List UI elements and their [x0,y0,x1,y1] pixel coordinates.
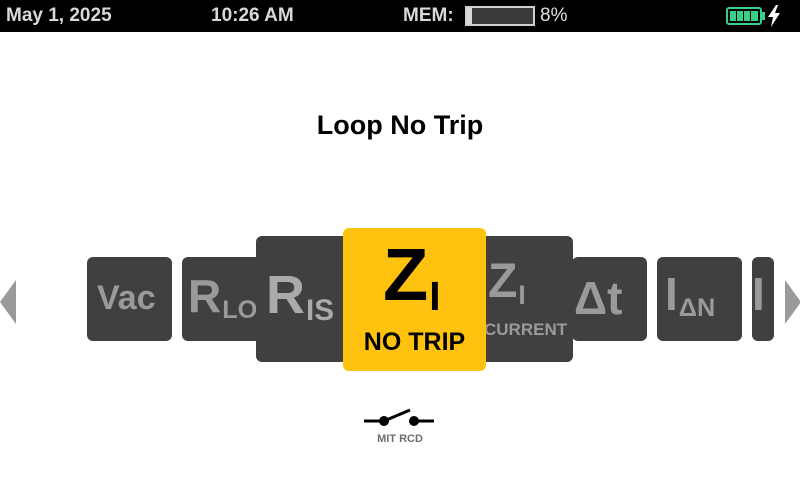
memory-label: MEM: [403,5,454,26]
mode-tile-rlo[interactable]: RLO [182,257,267,341]
mode-tile-zi-no-trip-selected[interactable]: ZI NO TRIP [343,228,486,371]
chevron-right-icon[interactable] [783,280,800,324]
tile-symbol: Z [488,255,518,308]
switch-icon [364,408,434,426]
tile-symbol: I [665,268,678,320]
memory-usage-fill [467,8,473,24]
tile-caption: NO TRIP [363,328,466,356]
tile-subscript: IS [306,294,335,328]
tile-subscript: LO [222,296,258,325]
tile-symbol: Δt [574,272,623,324]
mode-label: MIT RCD [377,433,423,445]
mode-tile-ris[interactable]: RIS [256,236,356,362]
tile-symbol: I [752,268,765,320]
battery-icon [726,7,765,25]
tile-symbol: Z [383,233,429,316]
mode-tile-next[interactable]: I [752,257,774,341]
page-title: Loop No Trip [316,110,484,140]
tile-symbol: Vac [97,279,156,317]
status-time: 10:26 AM [211,5,294,26]
mode-tile-i-delta-n[interactable]: IΔN [657,257,742,341]
tile-subscript: I [429,273,441,320]
tile-caption: CURRENT [484,320,568,339]
tile-symbol: R [188,270,222,322]
tile-symbol: R [266,265,305,325]
charging-bolt-icon [768,5,780,27]
mode-tile-delta-t[interactable]: Δt [572,257,647,341]
status-date: May 1, 2025 [6,5,112,26]
tile-subscript: ΔN [678,294,716,323]
chevron-left-icon[interactable] [0,280,18,324]
memory-usage-bar [465,6,535,26]
tile-subscript: I [518,279,526,310]
memory-percent: 8% [540,5,568,26]
status-bar: May 1, 2025 10:26 AM MEM: 8% [0,0,800,32]
mode-tile-vac[interactable]: Vac [87,257,172,341]
